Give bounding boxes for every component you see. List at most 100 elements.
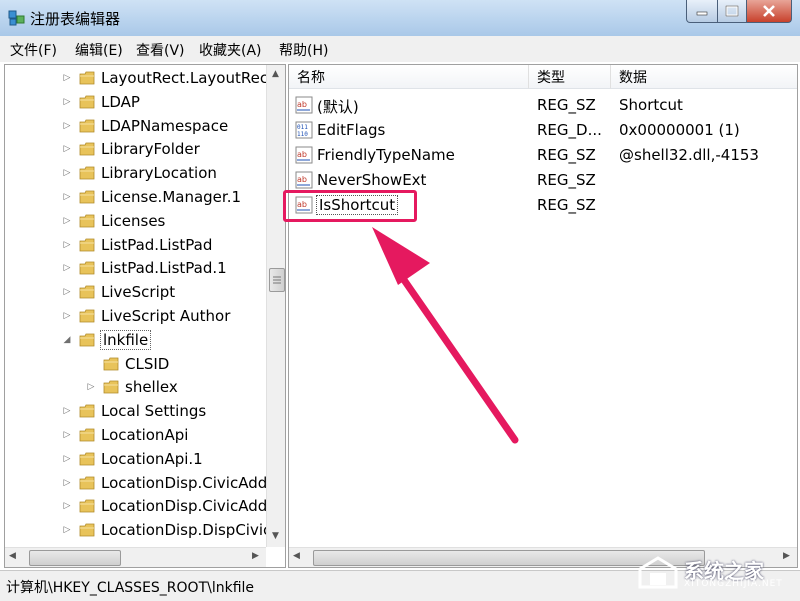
value-name: (默认) xyxy=(317,98,359,116)
column-header-name[interactable]: 名称 xyxy=(289,65,529,89)
svg-text:ab: ab xyxy=(297,100,307,109)
expand-arrow-icon[interactable]: ▷ xyxy=(61,406,73,416)
expand-arrow-icon[interactable]: ▷ xyxy=(61,430,73,440)
column-header-data[interactable]: 数据 xyxy=(611,65,797,89)
menu-edit[interactable]: 编辑(E) xyxy=(75,40,123,60)
tree-item[interactable]: ▷ LDAP xyxy=(61,91,140,113)
registry-editor-icon xyxy=(8,10,25,26)
menu-help[interactable]: 帮助(H) xyxy=(279,40,328,60)
value-row[interactable]: ab FriendlyTypeName REG_SZ @shell32.dll,-41… xyxy=(289,143,789,168)
tree-hscroll-thumb[interactable] xyxy=(29,550,121,566)
tree-item-label: LocationApi xyxy=(101,426,189,444)
svg-text:ab: ab xyxy=(297,175,307,184)
tree-horizontal-scrollbar[interactable]: ◀ ▶ xyxy=(5,547,266,567)
value-name: NeverShowExt xyxy=(317,171,427,189)
tree-item[interactable]: ▷ shellex xyxy=(85,376,178,398)
minimize-button[interactable] xyxy=(686,0,718,23)
title-bar[interactable]: 注册表编辑器 xyxy=(0,0,800,36)
tree-item[interactable]: ▷ LayoutRect.LayoutRect xyxy=(61,67,274,89)
folder-icon xyxy=(79,238,95,251)
tree-item[interactable]: ▷ License.Manager.1 xyxy=(61,186,241,208)
expand-arrow-icon[interactable]: ▷ xyxy=(61,97,73,107)
tree-item[interactable]: ▷ LocationApi.1 xyxy=(61,448,203,470)
tree-item[interactable]: ▷ ListPad.ListPad.1 xyxy=(61,257,227,279)
tree-item-label: lnkfile xyxy=(99,329,152,350)
tree-item[interactable]: ▷ LibraryLocation xyxy=(61,162,217,184)
tree-item[interactable]: ◢ lnkfile xyxy=(61,329,152,351)
menu-file[interactable]: 文件(F) xyxy=(10,40,57,60)
expand-arrow-icon[interactable]: ▷ xyxy=(61,192,73,202)
tree-item[interactable]: ▷ LDAPNamespace xyxy=(61,115,229,137)
tree-item[interactable]: ▷ ListPad.ListPad xyxy=(61,234,213,256)
folder-icon xyxy=(103,380,119,394)
folder-icon xyxy=(79,166,95,180)
tree-item-label: LocationDisp.CivicAddr xyxy=(101,473,274,492)
expand-arrow-icon[interactable]: ▷ xyxy=(61,144,73,154)
folder-icon xyxy=(79,309,95,323)
tree-item-label: Licenses xyxy=(101,211,166,230)
svg-text:ab: ab xyxy=(297,150,307,159)
expand-arrow-icon[interactable]: ▷ xyxy=(61,501,73,511)
expand-arrow-icon[interactable]: ▷ xyxy=(61,216,73,226)
tree-item-label: ListPad.ListPad.1 xyxy=(101,259,227,278)
folder-icon xyxy=(103,357,119,370)
menu-view[interactable]: 查看(V) xyxy=(136,40,185,60)
expand-arrow-icon[interactable]: ▷ xyxy=(61,263,73,273)
expand-arrow-icon[interactable]: ▷ xyxy=(85,382,97,392)
menu-favorites[interactable]: 收藏夹(A) xyxy=(199,40,262,60)
value-row[interactable]: ab (默认) REG_SZ Shortcut xyxy=(289,93,789,118)
folder-icon xyxy=(79,404,95,418)
tree-item-label: LDAPNamespace xyxy=(101,116,229,135)
scroll-left-arrow-icon[interactable]: ◀ xyxy=(293,551,300,561)
tree-item[interactable]: ▷ LocationApi xyxy=(61,424,189,446)
tree-item[interactable]: ▷ LiveScript xyxy=(61,281,176,303)
maximize-icon xyxy=(725,5,739,17)
tree-item[interactable]: ▷ LocationDisp.DispCivic xyxy=(61,519,272,541)
tree-item-label: LocationDisp.CivicAddr xyxy=(101,497,274,516)
expand-arrow-icon[interactable]: ▷ xyxy=(61,240,73,250)
tree-item[interactable]: ▷ LiveScript Author xyxy=(61,305,231,327)
scroll-right-arrow-icon[interactable]: ▶ xyxy=(252,551,259,561)
expand-arrow-icon[interactable]: ▷ xyxy=(61,121,73,131)
close-button[interactable] xyxy=(747,0,792,23)
svg-text:011: 011 xyxy=(297,124,308,131)
tree-vertical-scrollbar[interactable]: ▲ ▼ xyxy=(266,65,285,547)
close-icon xyxy=(763,5,775,17)
expand-arrow-icon[interactable]: ▷ xyxy=(61,311,73,321)
tree-scroll-thumb[interactable] xyxy=(269,268,285,292)
value-data: Shortcut xyxy=(619,96,683,114)
column-header-type[interactable]: 类型 xyxy=(529,65,611,89)
expand-arrow-icon[interactable]: ▷ xyxy=(61,478,73,488)
watermark: 系统之家 XITONGZHIJIA.NET xyxy=(632,553,792,593)
scroll-left-arrow-icon[interactable]: ◀ xyxy=(9,551,16,561)
registry-editor-window: 注册表编辑器 文件(F) 编辑(E) 查看(V) 收藏夹(A) 帮助(H) ▷ L… xyxy=(0,0,800,601)
value-row[interactable]: 011 110 EditFlags REG_D... 0x00000001 (1) xyxy=(289,118,789,143)
folder-icon xyxy=(79,428,95,442)
watermark-logo-icon xyxy=(638,556,678,589)
value-type: REG_SZ xyxy=(537,171,596,189)
binary-value-icon: 011110 xyxy=(295,121,313,139)
expand-arrow-icon[interactable]: ▷ xyxy=(61,525,73,535)
folder-icon xyxy=(79,142,95,156)
tree-item[interactable]: ▷ Licenses xyxy=(61,210,166,232)
scroll-down-arrow-icon[interactable]: ▼ xyxy=(272,531,279,541)
scroll-up-arrow-icon[interactable]: ▲ xyxy=(272,69,279,79)
tree-item[interactable]: ▷ LibraryFolder xyxy=(61,138,200,160)
value-type: REG_D... xyxy=(537,121,602,139)
expand-arrow-icon[interactable]: ▷ xyxy=(61,287,73,297)
tree-item-label: shellex xyxy=(125,378,178,397)
key-tree-pane: ▷ LayoutRect.LayoutRect ▷ LDAP ▷ LDAPNamespac… xyxy=(4,64,286,568)
tree-item-label: LayoutRect.LayoutRect xyxy=(101,69,274,87)
expand-arrow-icon[interactable]: ▷ xyxy=(61,168,73,178)
collapse-arrow-icon[interactable]: ◢ xyxy=(61,335,73,345)
tree-item[interactable]: ▷ LocationDisp.CivicAddr xyxy=(61,472,274,494)
annotation-arrow-icon xyxy=(372,227,519,444)
tree-item[interactable]: ▷ Local Settings xyxy=(61,400,207,422)
svg-text:110: 110 xyxy=(297,131,308,138)
string-value-icon: ab xyxy=(295,96,313,114)
expand-arrow-icon[interactable]: ▷ xyxy=(61,73,73,83)
tree-item[interactable]: ▷ LocationDisp.CivicAddr xyxy=(61,495,274,517)
tree-item[interactable]: CLSID xyxy=(85,353,169,375)
maximize-button[interactable] xyxy=(718,0,747,23)
expand-arrow-icon[interactable]: ▷ xyxy=(61,454,73,464)
